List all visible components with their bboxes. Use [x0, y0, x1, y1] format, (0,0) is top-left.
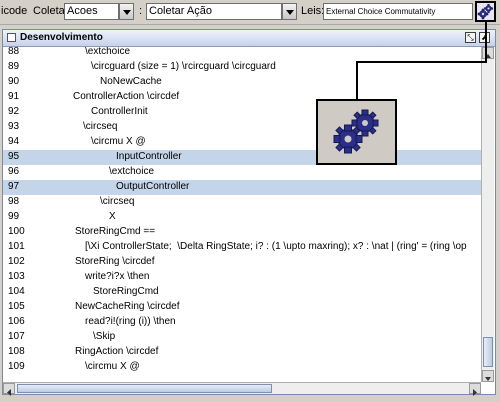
line-number: 95 [8, 151, 20, 162]
line-code: StoreRingCmd == [75, 226, 156, 237]
vertical-scroll-thumb[interactable] [483, 337, 493, 367]
line-number: 93 [8, 121, 20, 132]
acoes-select[interactable]: Acoes [64, 3, 119, 20]
code-line[interactable]: 96 \extchoice [3, 165, 481, 180]
line-code: StoreRing \circdef [75, 256, 155, 267]
line-code: ControllerInit [91, 106, 148, 117]
code-line[interactable]: 106 read?i!(ring (i)) \then [3, 315, 481, 330]
code-line[interactable]: 108 RingAction \circdef [3, 345, 481, 360]
line-number: 89 [8, 61, 20, 72]
arrow-right-icon [473, 389, 477, 396]
code-line[interactable]: 104 StoreRingCmd [3, 285, 481, 300]
code-line[interactable]: 94 \circmu X @ [3, 135, 481, 150]
desenvolvimento-window: Desenvolvimento ⤡ ⬈ 88 \extchoice 89 \circg… [2, 29, 496, 396]
code-line[interactable]: 100 StoreRingCmd == [3, 225, 481, 240]
scroll-down-arrow[interactable] [482, 370, 494, 382]
line-number: 91 [8, 91, 20, 102]
line-number: 106 [8, 316, 25, 327]
coletar-acao-select[interactable]: Coletar Ação [146, 3, 282, 20]
line-code: \circseq [83, 121, 118, 132]
vertical-scrollbar[interactable] [481, 47, 494, 382]
gears-icon [333, 109, 379, 154]
acoes-dropdown-button[interactable] [119, 3, 134, 20]
line-code: ControllerAction \circdef [73, 91, 180, 102]
line-code: NewCacheRing \circdef [75, 301, 180, 312]
code-line[interactable]: 98 \circseq [3, 195, 481, 210]
line-code: \circguard (size = 1) \rcircguard \circg… [91, 61, 276, 72]
window-icon [7, 33, 16, 42]
line-code: read?i!(ring (i)) \then [85, 316, 176, 327]
line-code: \circmu X @ [85, 361, 140, 372]
horizontal-scroll-thumb[interactable] [17, 384, 272, 393]
line-number: 97 [8, 181, 20, 192]
arrow-down-icon [485, 377, 491, 381]
callout-line [356, 61, 487, 63]
callout-line [356, 61, 358, 101]
line-code: write?i?x \then [85, 271, 150, 282]
line-code: OutputController [116, 181, 190, 192]
line-code: [\Xi ControllerState; \Delta RingState; … [85, 241, 467, 252]
line-code: \extchoice [85, 47, 131, 57]
code-line[interactable]: 105 NewCacheRing \circdef [3, 300, 481, 315]
code-line[interactable]: 90 NoNewCache [3, 75, 481, 90]
leis-field[interactable]: External Choice Commutativity [323, 3, 473, 20]
line-code: \extchoice [109, 166, 155, 177]
horizontal-scrollbar[interactable] [3, 382, 481, 396]
line-number: 92 [8, 106, 20, 117]
code-line[interactable]: 109 \circmu X @ [3, 360, 481, 375]
code-line[interactable]: 91 ControllerAction \circdef [3, 90, 481, 105]
code-line[interactable]: 93 \circseq [3, 120, 481, 135]
window-title: Desenvolvimento [20, 32, 103, 43]
scroll-left-arrow[interactable] [3, 383, 15, 396]
line-code: InputController [116, 151, 182, 162]
line-number: 100 [8, 226, 25, 237]
line-number: 90 [8, 76, 20, 87]
code-line[interactable]: 103 write?i?x \then [3, 270, 481, 285]
line-number: 104 [8, 286, 25, 297]
line-number: 102 [8, 256, 25, 267]
line-code: X [109, 211, 116, 222]
code-line[interactable]: 88 \extchoice [3, 47, 481, 60]
line-code: RingAction \circdef [75, 346, 159, 357]
code-line[interactable]: 107 \Skip [3, 330, 481, 345]
toolbar: icode Coletar Acoes : Coletar Ação Leis:… [0, 0, 500, 25]
line-number: 96 [8, 166, 20, 177]
coletar-acao-dropdown-button[interactable] [282, 3, 297, 20]
line-code: \Skip [93, 331, 116, 342]
code-line[interactable]: 101 [\Xi ControllerState; \Delta RingStat… [3, 240, 481, 255]
code-line[interactable]: 102 StoreRing \circdef [3, 255, 481, 270]
scroll-up-arrow[interactable] [482, 47, 494, 59]
line-number: 98 [8, 196, 20, 207]
window-titlebar[interactable]: Desenvolvimento ⤡ ⬈ [3, 30, 495, 47]
line-code: \circmu X @ [91, 136, 146, 147]
apply-law-button[interactable] [475, 1, 496, 22]
arrow-left-icon [7, 389, 11, 396]
line-number: 108 [8, 346, 25, 357]
code-editor[interactable]: 88 \extchoice 89 \circguard (size = 1) \rci… [3, 47, 481, 382]
line-number: 88 [8, 47, 20, 57]
code-line[interactable]: 97 OutputController [3, 180, 481, 195]
line-number: 103 [8, 271, 25, 282]
scroll-right-arrow[interactable] [469, 383, 481, 396]
callout-line [485, 22, 487, 63]
line-number: 101 [8, 241, 25, 252]
toolbar-label-icode: icode [1, 5, 28, 17]
line-code: StoreRingCmd [93, 286, 159, 297]
leis-label: Leis: [301, 5, 325, 17]
gears-icon [477, 3, 494, 20]
code-line[interactable]: 92 ControllerInit [3, 105, 481, 120]
line-code: \circseq [100, 196, 135, 207]
line-number: 107 [8, 331, 25, 342]
restore-button[interactable]: ⤡ [465, 32, 476, 43]
line-number: 94 [8, 136, 20, 147]
colon-separator: : [139, 5, 143, 17]
code-line[interactable]: 99 X [3, 210, 481, 225]
line-code: NoNewCache [100, 76, 162, 87]
line-number: 109 [8, 361, 25, 372]
code-line[interactable]: 95 InputController [3, 150, 481, 165]
line-number: 99 [8, 211, 20, 222]
zoomed-gears-callout [316, 99, 397, 165]
line-number: 105 [8, 301, 25, 312]
